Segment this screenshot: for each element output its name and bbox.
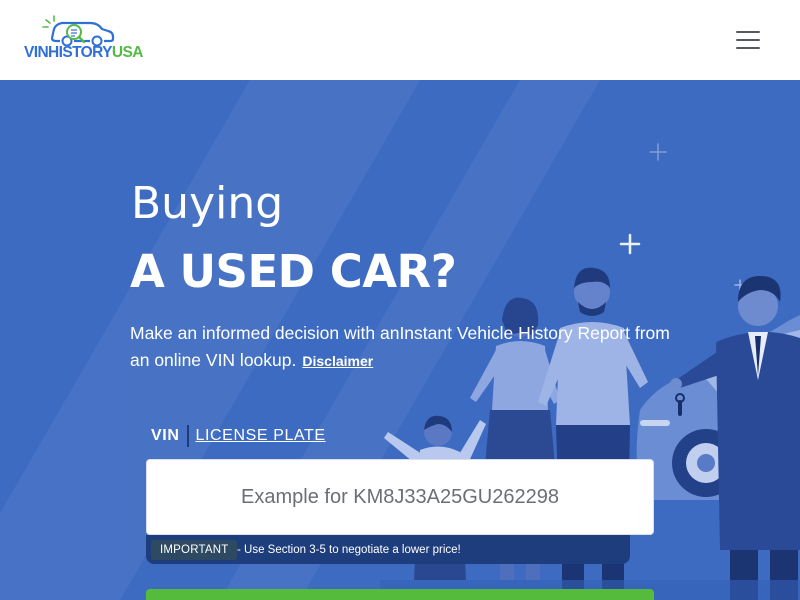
important-notice-text: - Use Section 3-5 to negotiate a lower p… [237, 544, 461, 556]
search-submit-button[interactable] [146, 589, 654, 600]
site-logo[interactable]: VINHISTORYUSA [24, 14, 143, 66]
vin-search-box [146, 459, 654, 535]
hamburger-menu-icon-bottom [736, 47, 760, 49]
vin-search-input[interactable] [147, 460, 653, 534]
search-type-tabs: VIN LICENSE PLATE [151, 425, 326, 447]
logo-wordmark-part1: VINHISTORY [24, 44, 112, 61]
hero-subtitle-text: Make an informed decision with anInstant… [130, 323, 670, 370]
disclaimer-link[interactable]: Disclaimer [302, 353, 373, 369]
hero-title-line2: A USED CAR? [130, 245, 457, 298]
hero-section: Buying A USED CAR? Make an informed deci… [0, 80, 800, 600]
tab-vin[interactable]: VIN [151, 425, 190, 447]
important-notice: IMPORTANT - Use Section 3-5 to negotiate… [146, 535, 630, 564]
hero-title-line1: Buying [131, 178, 284, 229]
hero-subtitle: Make an informed decision with anInstant… [130, 320, 670, 375]
logo-wordmark: VINHISTORYUSA [24, 44, 143, 62]
hamburger-menu-icon [736, 31, 760, 33]
hamburger-menu-button[interactable] [732, 28, 764, 52]
logo-wordmark-part2: USA [111, 44, 144, 61]
tab-license-plate[interactable]: LICENSE PLATE [189, 425, 325, 447]
important-badge: IMPORTANT [151, 540, 238, 560]
site-header: VINHISTORYUSA [0, 0, 800, 80]
hamburger-menu-icon-middle [736, 39, 760, 41]
car-magnifier-logo-icon [42, 15, 115, 46]
